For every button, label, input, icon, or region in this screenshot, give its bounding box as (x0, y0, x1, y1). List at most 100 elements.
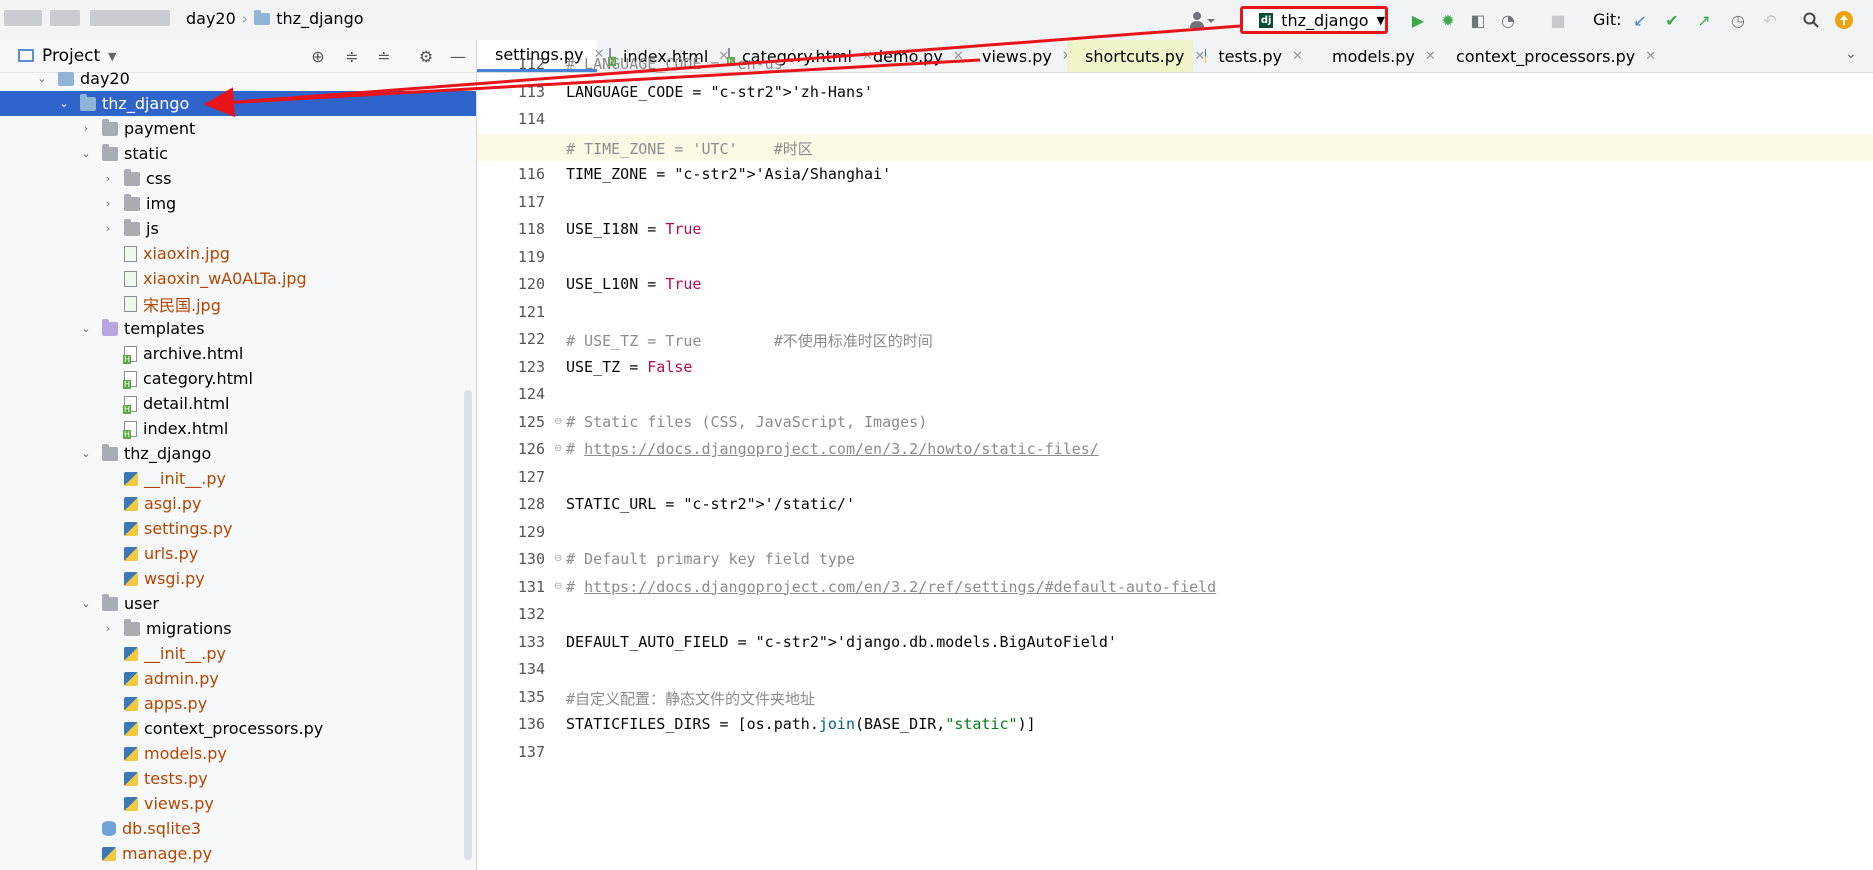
code-line[interactable]: # Static files (CSS, JavaScript, Images) (566, 413, 927, 431)
debug-icon[interactable]: ✹ (1438, 10, 1458, 30)
fold-marker-icon[interactable]: ⊖ (554, 416, 562, 427)
close-icon[interactable]: ✕ (953, 49, 964, 64)
breadcrumb-item[interactable]: day20 (186, 9, 236, 28)
stop-icon[interactable]: ■ (1548, 10, 1568, 30)
editor-tab[interactable]: shortcuts.py ✕ (1067, 40, 1205, 72)
code-line[interactable]: STATIC_URL = "c-str2">'/static/' (566, 495, 855, 513)
search-icon[interactable] (1801, 10, 1821, 30)
tree-item[interactable]: › img (0, 191, 476, 216)
tree-item[interactable]: › migrations (0, 616, 476, 641)
tree-item[interactable]: ⌄ day20 (0, 72, 476, 91)
code-line[interactable]: # USE_TZ = True #不使用标准时区的时间 (566, 330, 933, 351)
tab-overflow-icon[interactable]: ⌄ (1845, 46, 1857, 62)
code-line[interactable]: USE_L10N = True (566, 275, 701, 293)
collapse-all-icon[interactable]: ≐ (374, 46, 394, 66)
tree-item[interactable]: 宋民国.jpg (0, 291, 476, 316)
code-line[interactable]: USE_TZ = False (566, 358, 692, 376)
tree-item[interactable]: manage.py (0, 841, 476, 866)
code-line[interactable]: LANGUAGE_CODE = "c-str2">'zh-Hans' (566, 83, 873, 101)
history-icon[interactable]: ◷ (1728, 10, 1748, 30)
project-panel-title[interactable]: Project (42, 46, 100, 66)
tree-item[interactable]: ⌄ thz_django (0, 91, 476, 116)
line-number: 126 (517, 440, 545, 458)
tree-item[interactable]: ⌄ user (0, 591, 476, 616)
tree-item[interactable]: detail.html (0, 391, 476, 416)
close-icon[interactable]: ✕ (1645, 49, 1656, 64)
tree-item[interactable]: __init__.py (0, 466, 476, 491)
fold-marker-icon[interactable]: ⊖ (554, 581, 562, 592)
tree-item[interactable]: wsgi.py (0, 566, 476, 591)
locate-icon[interactable]: ⊕ (308, 46, 328, 66)
tree-item[interactable]: › payment (0, 116, 476, 141)
tree-item[interactable]: settings.py (0, 516, 476, 541)
code-line[interactable]: # https://docs.djangoproject.com/en/3.2/… (566, 578, 1216, 596)
tree-item[interactable]: context_processors.py (0, 716, 476, 741)
code-line[interactable]: # TIME_ZONE = 'UTC' #时区 (566, 138, 813, 159)
tree-item[interactable]: __init__.py (0, 641, 476, 666)
expand-all-icon[interactable]: ≑ (342, 46, 362, 66)
tree-item[interactable]: › js (0, 216, 476, 241)
chevron-down-icon[interactable]: ⌄ (36, 72, 48, 85)
code-line[interactable]: STATICFILES_DIRS = [os.path.join(BASE_DI… (566, 715, 1036, 733)
code-line[interactable]: # LANGUAGE_CODE = 'en-us' (566, 55, 792, 73)
editor-tab[interactable]: context_processors.py ✕ (1438, 40, 1656, 72)
tree-item[interactable]: xiaoxin_wA0ALTa.jpg (0, 266, 476, 291)
fold-marker-icon[interactable]: ⊖ (554, 443, 562, 454)
tree-item[interactable]: asgi.py (0, 491, 476, 516)
tree-scrollbar[interactable] (464, 390, 472, 860)
chevron-down-icon[interactable]: ⌄ (80, 322, 92, 335)
code-line[interactable]: USE_I18N = True (566, 220, 701, 238)
chevron-down-icon[interactable]: ⌄ (80, 147, 92, 160)
code-line[interactable]: DEFAULT_AUTO_FIELD = "c-str2">'django.db… (566, 633, 1117, 651)
tree-item[interactable]: ⌄ thz_django (0, 441, 476, 466)
run-icon[interactable]: ▶ (1408, 10, 1428, 30)
profile-icon[interactable]: ◔ (1498, 10, 1518, 30)
chevron-down-icon[interactable]: ⌄ (80, 597, 92, 610)
gear-icon[interactable]: ⚙ (416, 46, 436, 66)
chevron-right-icon[interactable]: › (102, 222, 114, 235)
minimize-icon[interactable]: — (448, 46, 468, 66)
breadcrumb-item[interactable]: thz_django (276, 9, 363, 28)
tree-item[interactable]: views.py (0, 791, 476, 816)
tree-item[interactable]: urls.py (0, 541, 476, 566)
tree-item[interactable]: index.html (0, 416, 476, 441)
tree-item[interactable]: archive.html (0, 341, 476, 366)
chevron-down-icon[interactable]: ▼ (108, 50, 116, 63)
editor-tab[interactable]: views.py✕ (964, 40, 1073, 72)
chevron-right-icon[interactable]: › (102, 197, 114, 210)
update-icon[interactable] (1834, 10, 1854, 30)
fold-marker-icon[interactable]: ⊖ (554, 553, 562, 564)
tree-item[interactable]: apps.py (0, 691, 476, 716)
code-line[interactable]: # Default primary key field type (566, 550, 855, 568)
chevron-right-icon[interactable]: › (102, 172, 114, 185)
close-icon[interactable]: ✕ (1292, 49, 1303, 64)
code-line[interactable]: # https://docs.djangoproject.com/en/3.2/… (566, 440, 1099, 458)
editor-tab[interactable]: models.py ✕ (1314, 40, 1436, 72)
tree-item[interactable]: xiaoxin.jpg (0, 241, 476, 266)
code-line[interactable]: #自定义配置：静态文件的文件夹地址 (566, 688, 815, 709)
code-editor[interactable]: 1121131141151161171181191201211221231241… (477, 55, 1873, 870)
chevron-down-icon[interactable]: ⌄ (80, 447, 92, 460)
tree-item[interactable]: db.sqlite3 (0, 816, 476, 841)
rollback-icon[interactable]: ↶ (1760, 10, 1780, 30)
git-update-icon[interactable]: ↙ (1630, 10, 1650, 30)
tree-item[interactable]: admin.py (0, 666, 476, 691)
git-commit-icon[interactable]: ✔ (1662, 10, 1682, 30)
git-push-icon[interactable]: ↗ (1694, 10, 1714, 30)
tree-item[interactable]: ⌄ templates (0, 316, 476, 341)
chevron-right-icon[interactable]: › (80, 122, 92, 135)
tree-item[interactable]: ⌄ static (0, 141, 476, 166)
editor-tab[interactable]: tests.py ✕ (1199, 40, 1309, 72)
chevron-right-icon[interactable]: › (102, 622, 114, 635)
tree-item[interactable]: tests.py (0, 766, 476, 791)
code-line[interactable]: TIME_ZONE = "c-str2">'Asia/Shanghai' (566, 165, 891, 183)
editor-tab[interactable]: demo.py ✕ (855, 40, 964, 72)
run-configuration-selector[interactable]: dj thz_django ▼ (1240, 6, 1388, 34)
coverage-icon[interactable]: ◧ (1468, 10, 1488, 30)
tree-item[interactable]: models.py (0, 741, 476, 766)
tree-item[interactable]: category.html (0, 366, 476, 391)
close-icon[interactable]: ✕ (1425, 49, 1436, 64)
chevron-down-icon[interactable]: ⌄ (58, 97, 70, 110)
tree-item[interactable]: › css (0, 166, 476, 191)
user-icon[interactable] (1190, 11, 1216, 29)
